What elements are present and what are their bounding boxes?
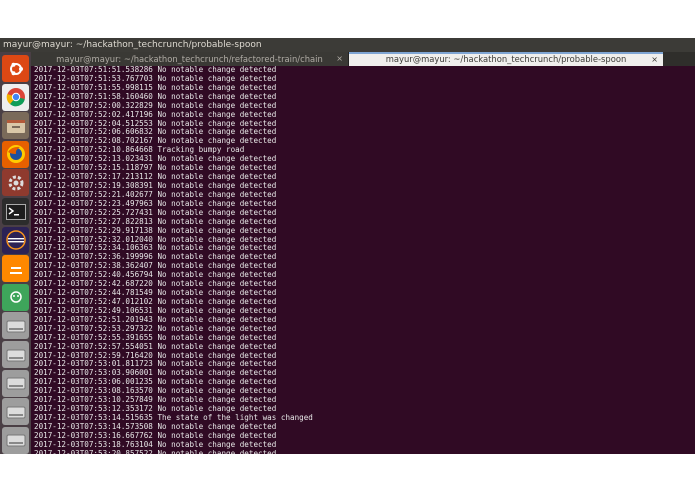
- launcher-item-firefox[interactable]: [2, 140, 29, 168]
- ubuntu-dash-icon: [7, 60, 25, 78]
- launcher-item-android-studio[interactable]: [2, 283, 29, 311]
- files-icon: [6, 117, 26, 135]
- tab-label: mayur@mayur: ~/hackathon_techcrunch/refa…: [56, 54, 323, 64]
- launcher-item-terminal[interactable]: [2, 198, 29, 225]
- window-title: mayur@mayur: ~/hackathon_techcrunch/prob…: [0, 38, 695, 52]
- launcher-item-drive[interactable]: [2, 426, 29, 454]
- terminal-line: 2017-12-03T07:53:20.857522 No notable ch…: [34, 448, 277, 454]
- tab-close-icon[interactable]: ×: [651, 54, 658, 65]
- android-studio-icon: [6, 287, 26, 307]
- terminal-output[interactable]: 2017-12-03T07:51:51.538286 No notable ch…: [31, 66, 695, 454]
- launcher-item-chrome[interactable]: [2, 83, 29, 111]
- drive-icon: [6, 375, 26, 391]
- launcher-item-eclipse[interactable]: [2, 226, 29, 254]
- launcher-item-ubuntu-dash[interactable]: [2, 55, 29, 82]
- settings-icon: [6, 173, 26, 193]
- firefox-icon: [6, 144, 26, 164]
- launcher-item-drive[interactable]: [2, 341, 29, 368]
- drive-icon: [6, 404, 26, 420]
- terminal-lines: 2017-12-03T07:51:51.538286 No notable ch…: [31, 66, 695, 454]
- launcher-item-drive[interactable]: [2, 369, 29, 397]
- chrome-icon: [6, 87, 26, 107]
- unity-launcher: [0, 52, 31, 454]
- launcher-item-files[interactable]: [2, 112, 29, 140]
- tab-probable-spoon[interactable]: mayur@mayur: ~/hackathon_techcrunch/prob…: [349, 52, 663, 66]
- tab-refactored-train-chain[interactable]: mayur@mayur: ~/hackathon_techcrunch/refa…: [31, 52, 349, 66]
- launcher-item-vlc[interactable]: [2, 255, 29, 283]
- launcher-item-drive[interactable]: [2, 312, 29, 340]
- terminal-icon: [5, 203, 26, 220]
- tab-label: mayur@mayur: ~/hackathon_techcrunch/prob…: [385, 54, 627, 64]
- drive-icon: [6, 432, 26, 448]
- tab-bar: mayur@mayur: ~/hackathon_techcrunch/refa…: [31, 52, 695, 66]
- launcher-item-settings[interactable]: [2, 169, 29, 197]
- vlc-icon: [7, 259, 25, 279]
- drive-icon: [6, 318, 26, 334]
- tab-close-icon[interactable]: ×: [336, 52, 343, 66]
- eclipse-icon: [5, 230, 26, 250]
- launcher-item-drive[interactable]: [2, 398, 29, 426]
- drive-icon: [6, 347, 26, 363]
